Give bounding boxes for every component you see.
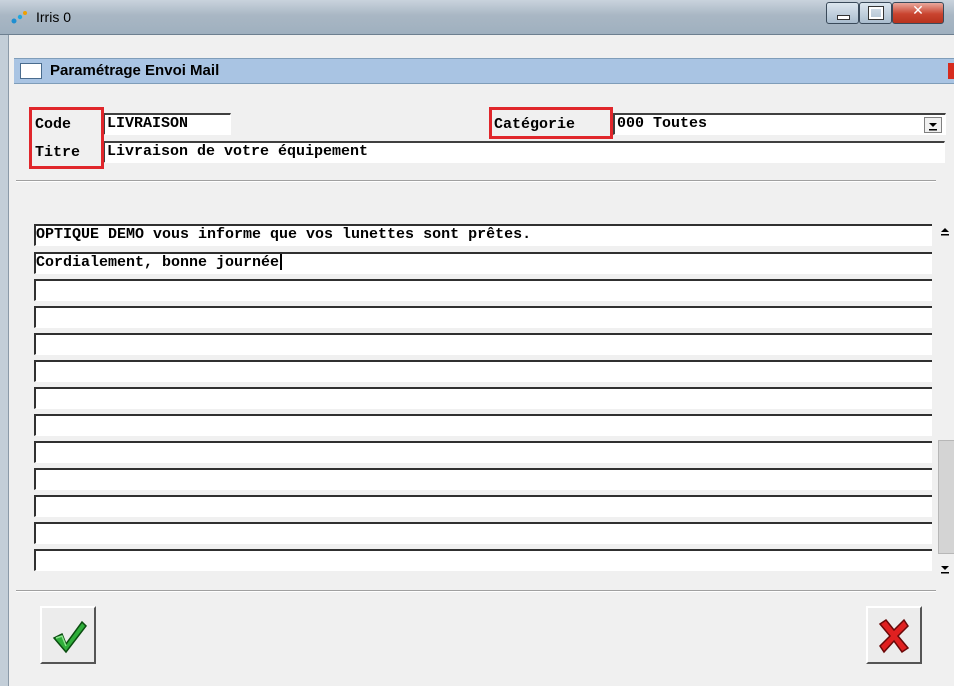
- message-line[interactable]: [34, 441, 932, 463]
- message-line[interactable]: [34, 333, 932, 355]
- scroll-thumb[interactable]: [938, 440, 954, 554]
- message-line[interactable]: [34, 468, 932, 490]
- scroll-up-icon[interactable]: [936, 222, 954, 240]
- scroll-down-icon[interactable]: [936, 560, 954, 578]
- dialog-titlebar: Paramétrage Envoi Mail: [14, 58, 954, 84]
- separator-top: [16, 180, 936, 182]
- dialog-title: Paramétrage Envoi Mail: [50, 62, 220, 79]
- code-titre-highlight: [29, 107, 104, 169]
- close-button[interactable]: ✕: [892, 2, 944, 24]
- checkmark-icon: [52, 620, 87, 654]
- text-caret: [280, 254, 283, 271]
- dialog-close-icon[interactable]: [948, 63, 954, 79]
- minimize-button[interactable]: [826, 2, 859, 24]
- message-line[interactable]: [34, 549, 932, 571]
- message-line[interactable]: Cordialement, bonne journée: [34, 252, 932, 274]
- close-icon: ✕: [912, 3, 924, 19]
- message-line[interactable]: [34, 414, 932, 436]
- titre-field[interactable]: Livraison de votre équipement: [103, 141, 945, 163]
- window-title: Irris 0: [36, 9, 71, 25]
- message-scrollbar[interactable]: [936, 222, 954, 578]
- window-titlebar: Irris 0 ✕: [0, 0, 954, 35]
- message-line-text: Cordialement, bonne journée: [36, 254, 280, 271]
- confirm-button[interactable]: [40, 606, 96, 664]
- message-line[interactable]: [34, 522, 932, 544]
- window-frame-left: [0, 35, 9, 686]
- app-icon: [11, 11, 27, 24]
- message-line[interactable]: [34, 360, 932, 382]
- message-line[interactable]: [34, 387, 932, 409]
- chevron-down-icon[interactable]: [924, 117, 942, 133]
- message-line[interactable]: OPTIQUE DEMO vous informe que vos lunett…: [34, 224, 932, 246]
- code-field[interactable]: LIVRAISON: [103, 113, 231, 135]
- message-line[interactable]: [34, 279, 932, 301]
- categorie-select[interactable]: 000 Toutes: [613, 113, 946, 135]
- x-icon: [878, 618, 910, 654]
- message-line[interactable]: [34, 495, 932, 517]
- message-line[interactable]: [34, 306, 932, 328]
- cancel-button[interactable]: [866, 606, 922, 664]
- dialog-window-icon: [20, 63, 42, 79]
- separator-bottom: [16, 590, 936, 592]
- categorie-value: 000 Toutes: [617, 115, 708, 132]
- maximize-button[interactable]: [859, 2, 892, 24]
- categorie-highlight: [489, 107, 613, 139]
